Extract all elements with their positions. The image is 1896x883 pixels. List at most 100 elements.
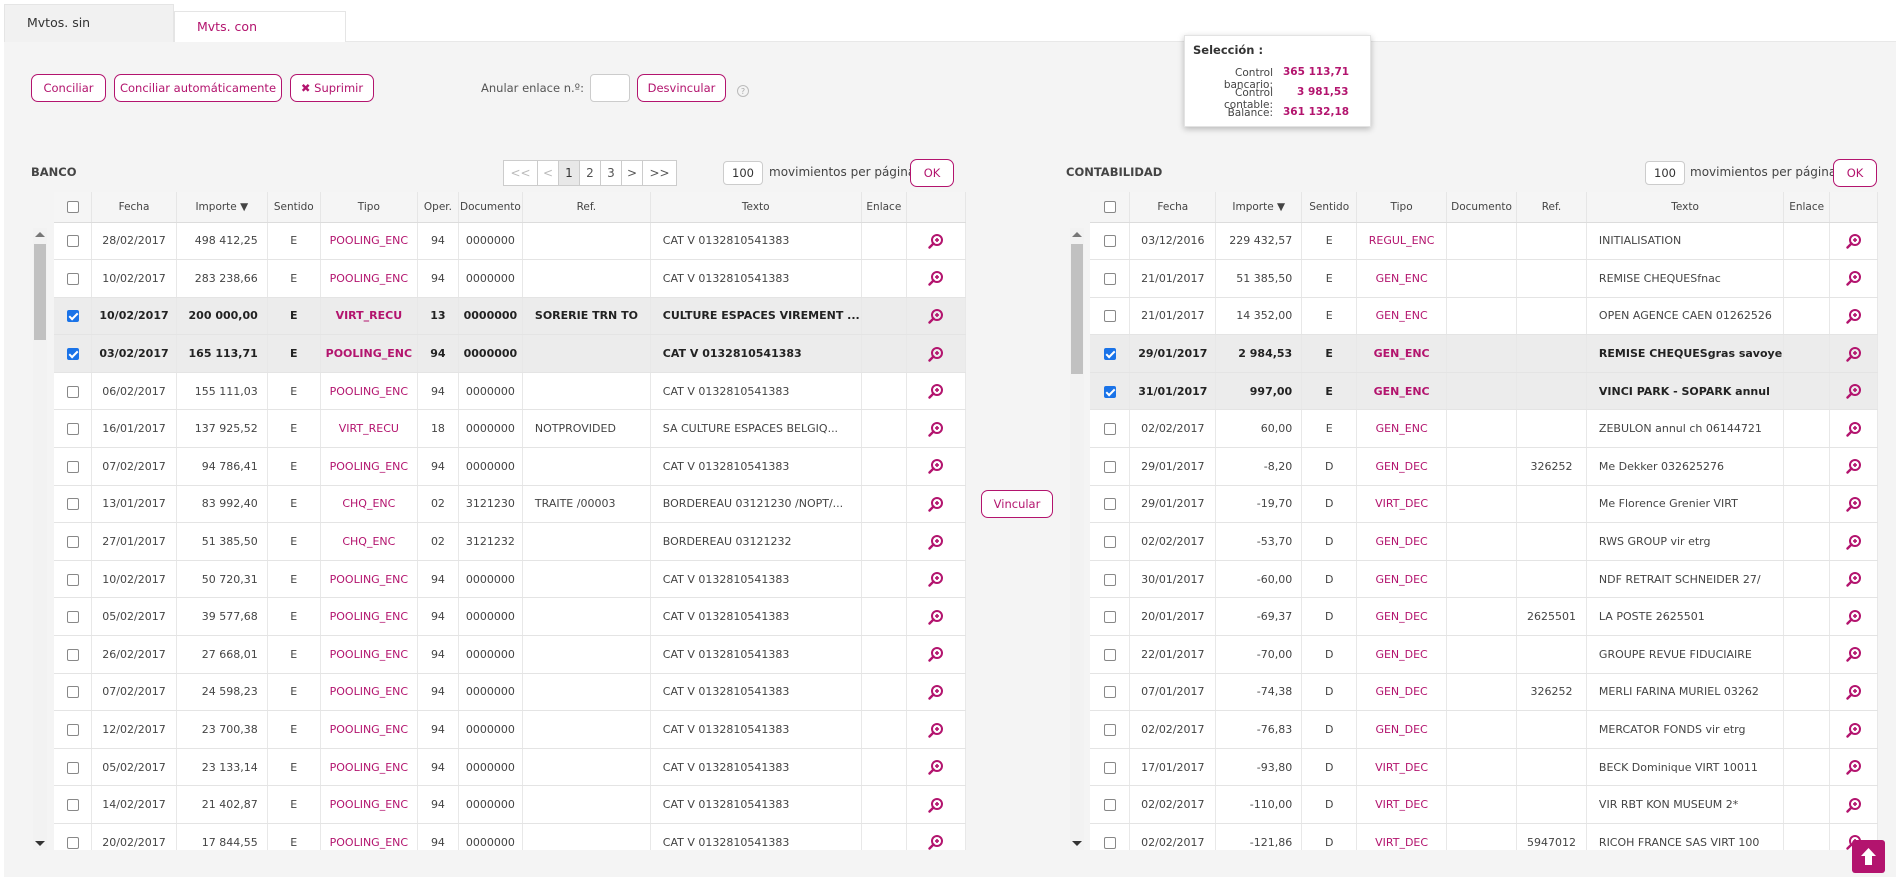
table-row[interactable]: 02/02/2017 -121,86 D VIRT_DEC 5947012 RICOH F…	[1090, 823, 1878, 850]
row-checkbox-cell[interactable]	[54, 485, 93, 524]
bank-select-all[interactable]	[54, 192, 93, 223]
row-detail-button[interactable]	[1829, 522, 1878, 561]
page-next[interactable]: >	[621, 160, 643, 186]
table-row[interactable]: 29/01/2017 -19,70 D VIRT_DEC Me Florence Gre…	[1090, 485, 1878, 524]
row-detail-button[interactable]	[1829, 485, 1878, 524]
checkbox[interactable]	[1103, 836, 1116, 849]
row-checkbox-cell[interactable]	[1090, 222, 1131, 261]
row-checkbox-cell[interactable]	[54, 409, 93, 449]
row-detail-button[interactable]	[1829, 748, 1878, 787]
vincular-button[interactable]: Vincular	[981, 490, 1053, 518]
checkbox[interactable]	[1103, 310, 1116, 323]
help-icon[interactable]: ?	[737, 85, 749, 97]
table-row[interactable]: 02/02/2017 -76,83 D GEN_DEC MERCATOR FONDS v…	[1090, 710, 1878, 749]
row-detail-button[interactable]	[906, 522, 966, 561]
row-detail-button[interactable]	[1829, 297, 1878, 336]
table-row[interactable]: 31/01/2017 997,00 E GEN_ENC VINCI PARK - SOP…	[1090, 372, 1878, 411]
row-checkbox-cell[interactable]	[54, 560, 93, 599]
table-row[interactable]: 10/02/2017 200 000,00 E VIRT_RECU 13 0000000 S…	[54, 297, 966, 336]
checkbox[interactable]	[1103, 686, 1116, 699]
checkbox[interactable]	[66, 235, 79, 248]
row-checkbox-cell[interactable]	[1090, 823, 1131, 850]
row-detail-button[interactable]	[906, 748, 966, 787]
row-detail-button[interactable]	[906, 372, 966, 411]
table-row[interactable]: 22/01/2017 -70,00 D GEN_DEC GROUPE REVUE FID…	[1090, 635, 1878, 674]
row-checkbox-cell[interactable]	[54, 710, 93, 749]
row-checkbox-cell[interactable]	[54, 297, 93, 336]
row-checkbox-cell[interactable]	[1090, 522, 1131, 561]
row-checkbox-cell[interactable]	[54, 673, 93, 712]
acc-scrollbar[interactable]	[1070, 228, 1084, 850]
checkbox[interactable]	[1103, 799, 1116, 812]
col-oper[interactable]: Oper.	[417, 192, 459, 223]
page-first[interactable]: <<	[503, 160, 538, 186]
checkbox[interactable]	[66, 648, 79, 661]
row-detail-button[interactable]	[906, 485, 966, 524]
desvincular-button[interactable]: Desvincular	[637, 74, 726, 102]
row-detail-button[interactable]	[906, 222, 966, 261]
row-detail-button[interactable]	[906, 785, 966, 824]
anular-link-input[interactable]	[590, 74, 630, 102]
col-enlace[interactable]: Enlace	[861, 192, 907, 223]
row-detail-button[interactable]	[906, 597, 966, 637]
col-documento[interactable]: Documento	[458, 192, 523, 223]
row-checkbox-cell[interactable]	[1090, 635, 1131, 674]
table-row[interactable]: 02/02/2017 -110,00 D VIRT_DEC VIR RBT KON MU…	[1090, 785, 1878, 824]
col-documento[interactable]: Documento	[1446, 192, 1518, 223]
checkbox[interactable]	[66, 310, 79, 323]
checkbox[interactable]	[1103, 385, 1116, 398]
row-checkbox-cell[interactable]	[1090, 297, 1131, 336]
table-row[interactable]: 12/02/2017 23 700,38 E POOLING_ENC 94 0000000…	[54, 710, 966, 749]
table-row[interactable]: 03/02/2017 165 113,71 E POOLING_ENC 94 000000…	[54, 334, 966, 373]
checkbox[interactable]	[66, 611, 79, 624]
table-row[interactable]: 07/02/2017 24 598,23 E POOLING_ENC 94 0000000…	[54, 673, 966, 712]
row-checkbox-cell[interactable]	[1090, 560, 1131, 599]
checkbox[interactable]	[1103, 200, 1116, 213]
scroll-up-icon[interactable]	[1072, 232, 1082, 237]
table-row[interactable]: 20/02/2017 17 844,55 E POOLING_ENC 94 0000000…	[54, 823, 966, 850]
col-ref[interactable]: Ref.	[522, 192, 651, 223]
checkbox[interactable]	[1103, 348, 1116, 361]
table-row[interactable]: 13/01/2017 83 992,40 E CHQ_ENC 02 3121230 TRAI…	[54, 485, 966, 524]
col-fecha[interactable]: Fecha	[91, 192, 177, 223]
row-detail-button[interactable]	[1829, 259, 1878, 298]
bank-per-page-input[interactable]: 100	[723, 161, 763, 185]
suprimir-button[interactable]: ✖ Suprimir	[290, 74, 374, 102]
col-enlace[interactable]: Enlace	[1783, 192, 1831, 223]
table-row[interactable]: 06/02/2017 155 111,03 E POOLING_ENC 94 000000…	[54, 372, 966, 411]
table-row[interactable]: 07/01/2017 -74,38 D GEN_DEC 326252 MERLI FARI…	[1090, 673, 1878, 712]
checkbox[interactable]	[66, 799, 79, 812]
acc-select-all[interactable]	[1090, 192, 1131, 223]
bank-scrollbar[interactable]	[33, 228, 47, 850]
conciliar-button[interactable]: Conciliar	[31, 74, 106, 102]
checkbox[interactable]	[66, 686, 79, 699]
row-checkbox-cell[interactable]	[1090, 710, 1131, 749]
row-checkbox-cell[interactable]	[1090, 409, 1131, 449]
row-checkbox-cell[interactable]	[1090, 748, 1131, 787]
checkbox[interactable]	[66, 536, 79, 549]
row-detail-button[interactable]	[906, 259, 966, 298]
row-detail-button[interactable]	[906, 823, 966, 850]
table-row[interactable]: 16/01/2017 137 925,52 E VIRT_RECU 18 0000000 N…	[54, 409, 966, 449]
scroll-down-icon[interactable]	[35, 841, 45, 846]
checkbox[interactable]	[66, 200, 79, 213]
row-checkbox-cell[interactable]	[54, 334, 93, 373]
row-checkbox-cell[interactable]	[54, 222, 93, 261]
row-detail-button[interactable]	[1829, 710, 1878, 749]
checkbox[interactable]	[66, 348, 79, 361]
page-prev[interactable]: <	[537, 160, 559, 186]
col-texto[interactable]: Texto	[650, 192, 862, 223]
scroll-up-icon[interactable]	[35, 232, 45, 237]
row-detail-button[interactable]	[1829, 635, 1878, 674]
row-checkbox-cell[interactable]	[54, 259, 93, 298]
table-row[interactable]: 26/02/2017 27 668,01 E POOLING_ENC 94 0000000…	[54, 635, 966, 674]
table-row[interactable]: 27/01/2017 51 385,50 E CHQ_ENC 02 3121232 BORD…	[54, 522, 966, 561]
row-checkbox-cell[interactable]	[1090, 597, 1131, 637]
page-2[interactable]: 2	[579, 160, 601, 186]
row-detail-button[interactable]	[906, 334, 966, 373]
row-detail-button[interactable]	[906, 710, 966, 749]
checkbox[interactable]	[66, 423, 79, 436]
auto-conciliar-button[interactable]: Conciliar automáticamente	[114, 74, 282, 102]
table-row[interactable]: 05/02/2017 39 577,68 E POOLING_ENC 94 0000000…	[54, 597, 966, 637]
row-checkbox-cell[interactable]	[54, 635, 93, 674]
